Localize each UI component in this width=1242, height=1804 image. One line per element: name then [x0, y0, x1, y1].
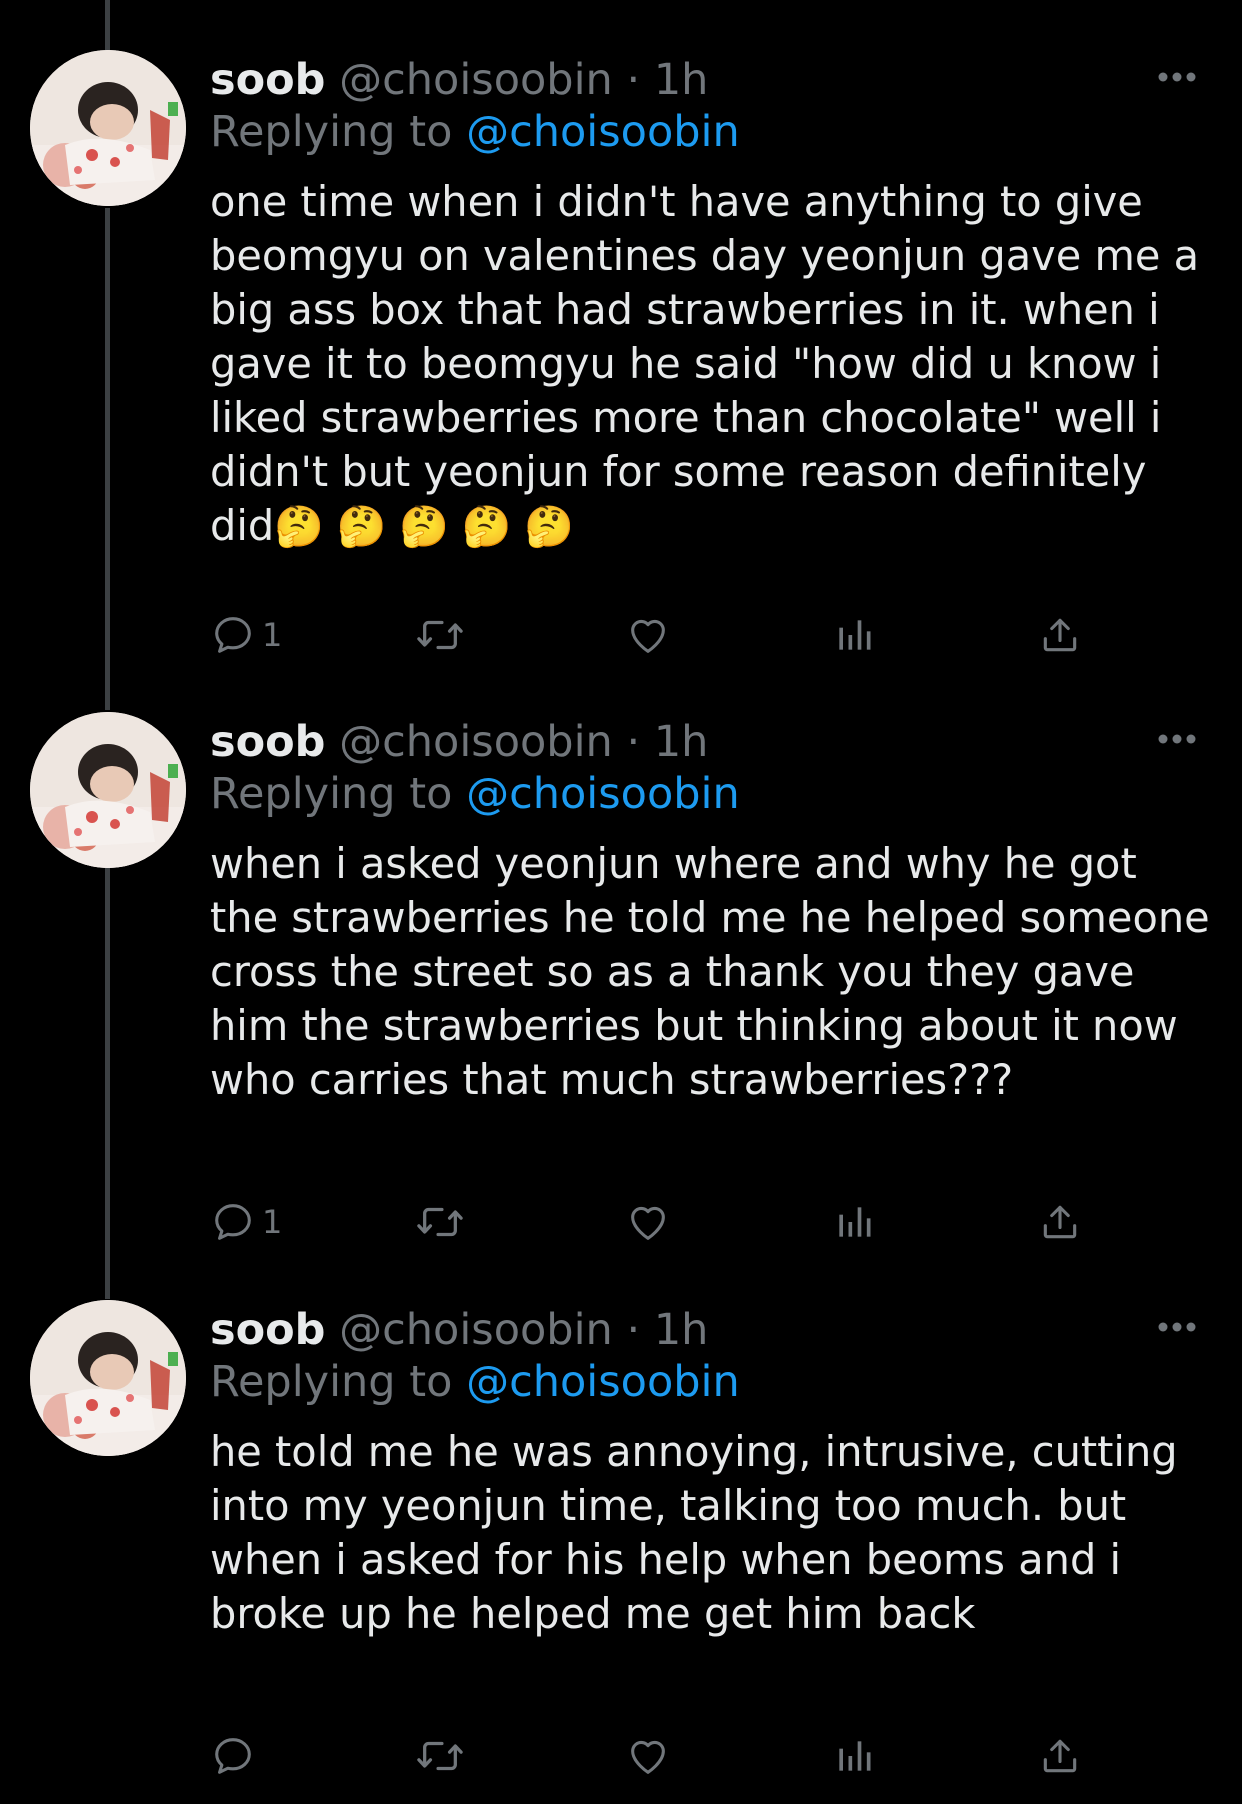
tweet-actions: 1: [210, 1192, 1090, 1252]
analytics-button[interactable]: [832, 1726, 876, 1786]
tweet[interactable]: soob @choisoobin · 1h Replying to @chois…: [0, 712, 1242, 1262]
more-options-button[interactable]: [1155, 724, 1199, 754]
analytics-button[interactable]: [832, 605, 876, 665]
user-handle[interactable]: @choisoobin: [339, 717, 613, 767]
analytics-button[interactable]: [832, 1192, 876, 1252]
share-upload-icon: [1043, 1205, 1077, 1239]
retweet-button[interactable]: [415, 605, 465, 665]
ellipsis-icon: [1158, 734, 1196, 744]
tweet-actions: [210, 1726, 1090, 1786]
replying-to-line: Replying to @choisoobin: [210, 104, 740, 160]
bar-chart-icon: [839, 620, 871, 650]
speech-bubble-icon: [215, 617, 251, 653]
tweet[interactable]: soob @choisoobin · 1h Replying to @chois…: [0, 50, 1242, 670]
replying-to-label: Replying to: [210, 769, 453, 819]
retweet-icon: [417, 620, 463, 650]
bar-chart-icon: [839, 1741, 871, 1771]
thread-connector-line: [105, 0, 110, 50]
tweet-header: soob @choisoobin · 1h: [210, 50, 708, 110]
separator: ·: [626, 1305, 641, 1355]
tweet-text: one time when i didn't have anything to …: [210, 175, 1210, 554]
replying-to-handle[interactable]: @choisoobin: [466, 107, 740, 157]
reply-count: 1: [262, 1203, 283, 1241]
retweet-icon: [417, 1207, 463, 1237]
heart-icon: [631, 1740, 665, 1774]
display-name[interactable]: soob: [210, 717, 325, 767]
share-upload-icon: [1043, 618, 1077, 652]
speech-bubble-icon: [215, 1204, 251, 1240]
like-button[interactable]: [624, 1726, 672, 1786]
tweet-body: he told me he was annoying, intrusive, c…: [210, 1427, 1191, 1638]
separator: ·: [626, 717, 641, 767]
replying-to-handle[interactable]: @choisoobin: [466, 769, 740, 819]
tweet-actions: 1: [210, 605, 1090, 665]
tweet-body: one time when i didn't have anything to …: [210, 177, 1213, 550]
avatar[interactable]: [30, 1300, 186, 1456]
separator: ·: [626, 55, 641, 105]
share-button[interactable]: [1038, 605, 1082, 665]
avatar-image: [30, 50, 186, 206]
user-handle[interactable]: @choisoobin: [339, 55, 613, 105]
like-button[interactable]: [624, 605, 672, 665]
more-options-button[interactable]: [1155, 62, 1199, 92]
more-options-button[interactable]: [1155, 1312, 1199, 1342]
timestamp[interactable]: 1h: [654, 717, 709, 767]
tweet-body: when i asked yeonjun where and why he go…: [210, 839, 1223, 1104]
retweet-icon: [417, 1741, 463, 1771]
avatar-image: [30, 712, 186, 868]
replying-to-handle[interactable]: @choisoobin: [466, 1357, 740, 1407]
tweet-text: when i asked yeonjun where and why he go…: [210, 837, 1210, 1107]
share-button[interactable]: [1038, 1726, 1082, 1786]
thinking-face-emojis: 🤔 🤔 🤔 🤔 🤔: [274, 504, 575, 550]
tweet-text: he told me he was annoying, intrusive, c…: [210, 1425, 1210, 1641]
replying-to-line: Replying to @choisoobin: [210, 766, 740, 822]
ellipsis-icon: [1158, 72, 1196, 82]
user-handle[interactable]: @choisoobin: [339, 1305, 613, 1355]
retweet-button[interactable]: [415, 1192, 465, 1252]
avatar[interactable]: [30, 712, 186, 868]
reply-button[interactable]: 1: [210, 1192, 282, 1252]
replying-to-line: Replying to @choisoobin: [210, 1354, 740, 1410]
ellipsis-icon: [1158, 1322, 1196, 1332]
replying-to-label: Replying to: [210, 1357, 453, 1407]
tweet-header: soob @choisoobin · 1h: [210, 712, 708, 772]
heart-icon: [631, 619, 665, 653]
speech-bubble-icon: [215, 1738, 251, 1774]
heart-icon: [631, 1206, 665, 1240]
bar-chart-icon: [839, 1207, 871, 1237]
reply-button[interactable]: 1: [210, 605, 282, 665]
timestamp[interactable]: 1h: [654, 55, 709, 105]
display-name[interactable]: soob: [210, 1305, 325, 1355]
share-upload-icon: [1043, 1739, 1077, 1773]
like-button[interactable]: [624, 1192, 672, 1252]
avatar-image: [30, 1300, 186, 1456]
share-button[interactable]: [1038, 1192, 1082, 1252]
tweet-header: soob @choisoobin · 1h: [210, 1300, 708, 1360]
replying-to-label: Replying to: [210, 107, 453, 157]
tweet[interactable]: soob @choisoobin · 1h Replying to @chois…: [0, 1300, 1242, 1804]
avatar[interactable]: [30, 50, 186, 206]
reply-button[interactable]: [210, 1726, 262, 1786]
timestamp[interactable]: 1h: [654, 1305, 709, 1355]
reply-count: 1: [262, 616, 283, 654]
display-name[interactable]: soob: [210, 55, 325, 105]
retweet-button[interactable]: [415, 1726, 465, 1786]
